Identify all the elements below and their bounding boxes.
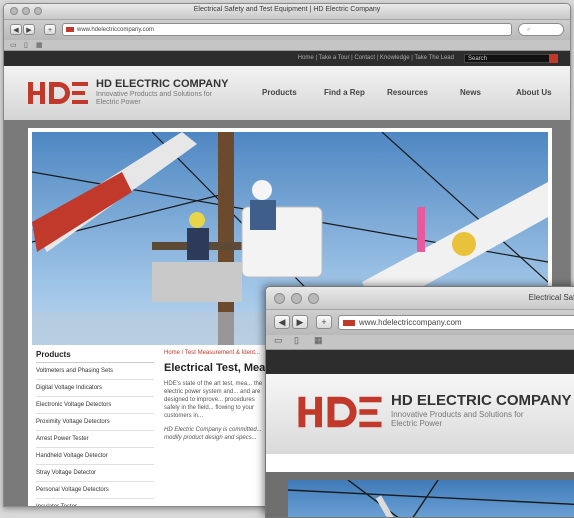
brand-name: HD ELECTRIC COMPANY	[391, 392, 572, 409]
window-controls	[274, 293, 319, 304]
reading-list-icon[interactable]: ▭	[10, 41, 17, 49]
site-header: HD ELECTRIC COMPANY Innovative Products …	[266, 374, 574, 454]
back-button[interactable]: ◀	[10, 24, 22, 35]
back-button[interactable]: ◀	[274, 315, 290, 329]
article-paragraph: HD Electric Company is committed... modi…	[164, 427, 262, 441]
hde-logo[interactable]	[296, 394, 384, 430]
browser-toolbar: ◀ ▶ + www.hdelectriccompany.com	[266, 310, 574, 335]
window-title: Electrical Safety	[528, 293, 574, 302]
url-text: www.hdelectriccompany.com	[359, 318, 462, 327]
hero-image	[288, 480, 574, 517]
sidebar-title: Products	[36, 350, 154, 363]
reading-list-icon[interactable]: ▭	[274, 335, 283, 346]
site-search-input[interactable]: Search	[464, 54, 558, 63]
favicon-icon	[343, 320, 355, 326]
bookmarks-icon[interactable]: ▯	[294, 335, 299, 346]
bookmarks-icon[interactable]: ▯	[24, 41, 28, 49]
brand-tagline: Innovative Products and Solutions for El…	[96, 91, 212, 106]
forward-button[interactable]: ▶	[23, 24, 35, 35]
title-bar: Electrical Safety and Test Equipment | H…	[4, 4, 570, 20]
address-bar[interactable]: www.hdelectriccompany.com	[338, 315, 574, 330]
window-title: Electrical Safety and Test Equipment | H…	[193, 6, 381, 13]
product-sidebar: Products Voltmeters and Phasing Sets Dig…	[36, 350, 154, 506]
utility-nav	[266, 350, 574, 374]
utility-nav: Home | Take a Tour | Contact | Knowledge…	[4, 51, 570, 66]
forward-button[interactable]: ▶	[292, 315, 308, 329]
bookmarks-bar: ▭ ▯ ▦	[266, 335, 574, 350]
sidebar-item[interactable]: Electronic Voltage Detectors	[36, 397, 154, 414]
nav-products[interactable]: Products	[262, 88, 297, 97]
power-lines-photo	[288, 480, 574, 517]
favicon-icon	[66, 27, 74, 32]
brand-name: HD ELECTRIC COMPANY	[96, 78, 229, 90]
nav-find-a-rep[interactable]: Find a Rep	[324, 88, 365, 97]
hde-logo[interactable]	[28, 80, 88, 106]
site-search-button[interactable]	[549, 54, 558, 63]
top-sites-icon[interactable]: ▦	[36, 41, 43, 49]
site-header: HD ELECTRIC COMPANY Innovative Products …	[4, 66, 570, 122]
browser-search-field[interactable]: ⌕	[518, 23, 564, 36]
title-bar: Electrical Safety	[266, 287, 574, 310]
brand-tagline: Innovative Products and Solutions for El…	[391, 410, 524, 428]
address-bar[interactable]: www.hdelectriccompany.com	[62, 23, 512, 36]
sidebar-item[interactable]: Stray Voltage Detector	[36, 465, 154, 482]
nav-about-us[interactable]: About Us	[516, 88, 552, 97]
sidebar-item[interactable]: Insulator Tester	[36, 499, 154, 506]
sidebar-item[interactable]: Personal Voltage Detectors	[36, 482, 154, 499]
nav-news[interactable]: News	[460, 88, 481, 97]
sidebar-item[interactable]: Proximity Voltage Detectors	[36, 414, 154, 431]
article-paragraph: HDE's state of the art test, mea... the …	[164, 381, 263, 419]
sidebar-item[interactable]: Voltmeters and Phasing Sets	[36, 363, 154, 380]
bookmarks-bar: ▭ ▯ ▦	[4, 40, 570, 51]
close-window-button[interactable]	[274, 293, 285, 304]
browser-toolbar: ◀ ▶ + www.hdelectriccompany.com ⌕	[4, 20, 570, 40]
sidebar-item[interactable]: Digital Voltage Indicators	[36, 380, 154, 397]
url-text: www.hdelectriccompany.com	[77, 27, 154, 33]
add-bookmark-button[interactable]: +	[44, 24, 56, 35]
sidebar-item[interactable]: Handheld Voltage Detector	[36, 448, 154, 465]
nav-resources[interactable]: Resources	[387, 88, 428, 97]
minimize-window-button[interactable]	[291, 293, 302, 304]
add-bookmark-button[interactable]: +	[316, 315, 332, 329]
front-browser-window: Electrical Safety ◀ ▶ + www.hdelectricco…	[265, 286, 574, 518]
zoom-window-button[interactable]	[308, 293, 319, 304]
utility-links[interactable]: Home | Take a Tour | Contact | Knowledge…	[298, 55, 454, 61]
top-sites-icon[interactable]: ▦	[314, 335, 323, 346]
sidebar-item[interactable]: Arrest Power Tester	[36, 431, 154, 448]
